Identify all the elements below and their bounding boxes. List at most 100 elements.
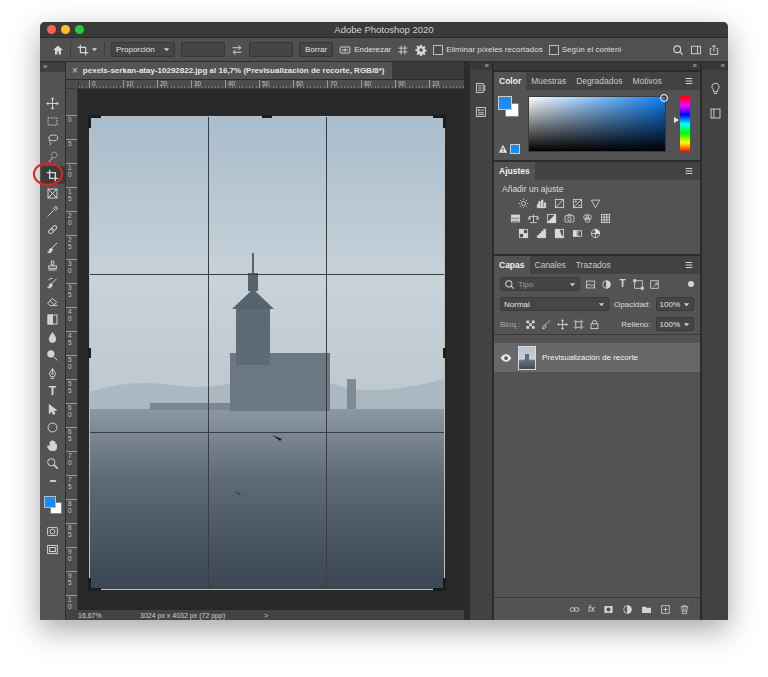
crop-handle[interactable] <box>433 578 446 591</box>
crop-handle[interactable] <box>88 348 91 358</box>
mask-icon[interactable] <box>603 604 614 615</box>
panel-tab[interactable]: Canales <box>530 256 571 274</box>
lock-transparency-icon[interactable] <box>525 319 536 330</box>
panel-menu-icon[interactable] <box>684 76 694 86</box>
aspect-dropdown[interactable]: Proporción <box>111 42 175 57</box>
marquee-tool[interactable] <box>41 112 65 130</box>
checkbox[interactable] <box>433 45 443 55</box>
more-tool[interactable]: ••• <box>41 472 65 490</box>
status-menu-button[interactable]: > <box>264 612 268 619</box>
collapse-button[interactable]: « <box>470 62 492 70</box>
checkbox-option[interactable]: Eliminar píxeles recortados <box>433 45 542 55</box>
triangle-icon[interactable] <box>590 198 601 209</box>
filter-toggle[interactable] <box>688 281 694 287</box>
panel-tab[interactable]: Capas <box>494 256 530 274</box>
curves-icon[interactable] <box>554 198 565 209</box>
lightbulb-icon[interactable] <box>709 82 722 95</box>
lut-icon[interactable] <box>600 213 611 224</box>
width-field[interactable] <box>181 42 225 57</box>
mixer-icon[interactable] <box>582 213 593 224</box>
type-tool[interactable]: T <box>41 382 65 400</box>
new-layer-icon[interactable] <box>660 604 671 615</box>
blend-mode-dropdown[interactable]: Normal <box>500 297 609 311</box>
lock-pixels-icon[interactable] <box>541 319 552 330</box>
stamp-tool[interactable] <box>41 256 65 274</box>
height-field[interactable] <box>249 42 293 57</box>
color-swatches[interactable] <box>498 96 520 118</box>
lasso-tool[interactable] <box>41 130 65 148</box>
zoom-tool[interactable] <box>41 454 65 472</box>
camera-icon[interactable] <box>564 213 575 224</box>
close-button[interactable] <box>47 25 56 34</box>
screen-mode-button[interactable] <box>41 540 65 558</box>
lock-all-icon[interactable] <box>589 319 600 330</box>
trash-icon[interactable] <box>679 604 690 615</box>
brush-tool[interactable] <box>41 238 65 256</box>
toolbar-collapse-button[interactable]: » <box>40 62 65 72</box>
history-icon[interactable] <box>475 82 487 94</box>
minimize-button[interactable] <box>61 25 70 34</box>
shape-filter-icon[interactable] <box>633 279 644 290</box>
document-tab[interactable]: ×pexels-serkan-atay-10292822.jpg al 16,7… <box>66 62 392 79</box>
dodge-tool[interactable] <box>41 346 65 364</box>
hue-slider-thumb[interactable] <box>674 117 679 123</box>
visibility-toggle[interactable] <box>500 352 512 364</box>
pixel-filter-icon[interactable] <box>585 279 596 290</box>
pen-tool[interactable] <box>41 364 65 382</box>
home-icon[interactable] <box>52 44 64 56</box>
crop-handle[interactable] <box>88 578 101 591</box>
invert-icon[interactable] <box>518 228 529 239</box>
close-tab-button[interactable]: × <box>72 66 78 76</box>
color-field[interactable] <box>528 96 666 152</box>
hand-tool[interactable] <box>41 436 65 454</box>
clear-button[interactable]: Borrar <box>299 42 333 57</box>
panel-tab[interactable]: Muestras <box>526 72 571 90</box>
properties-icon[interactable] <box>475 106 487 118</box>
hsl-icon[interactable] <box>510 213 521 224</box>
gradient-tool[interactable] <box>41 310 65 328</box>
collapse-button[interactable]: « <box>702 62 728 70</box>
folder-icon[interactable] <box>641 604 652 615</box>
crop-tool[interactable] <box>41 166 65 184</box>
gradmap-icon[interactable] <box>572 228 583 239</box>
gamut-swatch[interactable] <box>510 144 520 154</box>
selective-icon[interactable] <box>590 228 601 239</box>
panel-tab[interactable]: Degradados <box>571 72 627 90</box>
collapse-button[interactable]: » <box>494 62 700 70</box>
opacity-field[interactable]: 100% <box>656 297 694 311</box>
panel-menu-icon[interactable] <box>684 260 694 270</box>
healing-tool[interactable] <box>41 220 65 238</box>
adjustment-filter-icon[interactable] <box>601 279 612 290</box>
hue-slider[interactable] <box>680 96 690 152</box>
swap-icon[interactable] <box>231 44 243 56</box>
straighten-button[interactable]: Enderezar <box>339 44 391 56</box>
grid-overlay-icon[interactable] <box>397 44 409 56</box>
blur-tool[interactable] <box>41 328 65 346</box>
effects-button[interactable]: fx <box>588 604 595 614</box>
history-tool[interactable] <box>41 274 65 292</box>
threshold-icon[interactable] <box>554 228 565 239</box>
color-pointer[interactable] <box>660 94 668 102</box>
zoom-button[interactable] <box>75 25 84 34</box>
posterize-icon[interactable] <box>536 228 547 239</box>
levels-icon[interactable] <box>536 198 547 209</box>
smart-object-filter-icon[interactable] <box>649 279 660 290</box>
type-filter-icon[interactable]: T <box>617 279 628 289</box>
photo[interactable] <box>90 117 444 589</box>
foreground-color-swatch[interactable] <box>44 496 56 508</box>
checkbox[interactable] <box>549 45 559 55</box>
foreground-color-swatch[interactable] <box>498 96 512 110</box>
bw-icon[interactable] <box>546 213 557 224</box>
lock-position-icon[interactable] <box>557 319 568 330</box>
crop-handle[interactable] <box>433 115 446 128</box>
fill-field[interactable]: 100% <box>656 317 694 331</box>
panel-tab[interactable]: Ajustes <box>494 162 535 180</box>
eyedropper-tool[interactable] <box>41 202 65 220</box>
eraser-tool[interactable] <box>41 292 65 310</box>
panel-tab[interactable]: Motivos <box>627 72 666 90</box>
link-icon[interactable] <box>569 604 580 615</box>
gamut-warning[interactable] <box>498 144 522 154</box>
crop-handle[interactable] <box>88 115 101 128</box>
crop-handle[interactable] <box>262 115 272 118</box>
libraries-icon[interactable] <box>709 107 722 120</box>
